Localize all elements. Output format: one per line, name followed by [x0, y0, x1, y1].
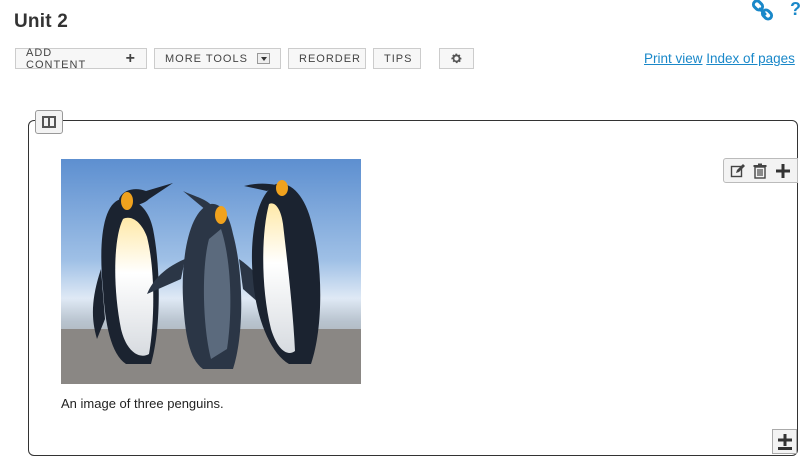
item-tools — [723, 158, 798, 183]
image-caption: An image of three penguins. — [61, 396, 224, 411]
layout-columns-icon — [42, 116, 56, 128]
trash-icon[interactable] — [751, 162, 769, 180]
add-plus-icon — [777, 433, 792, 450]
layout-toggle-button[interactable] — [35, 110, 63, 134]
print-view-link[interactable]: Print view — [644, 51, 703, 66]
reorder-button[interactable]: REORDER — [288, 48, 366, 69]
help-icon[interactable]: ? — [790, 0, 801, 20]
page-links: Print view Index of pages — [644, 51, 795, 66]
more-tools-label: MORE TOOLS — [165, 52, 248, 65]
settings-button[interactable] — [439, 48, 474, 69]
penguins-image — [61, 159, 361, 384]
more-tools-button[interactable]: MORE TOOLS — [154, 48, 281, 69]
add-content-button[interactable]: ADD CONTENT + — [15, 46, 147, 71]
reorder-label: REORDER — [299, 52, 362, 65]
page-title: Unit 2 — [14, 11, 68, 32]
plus-icon[interactable] — [774, 162, 792, 180]
tips-label: TIPS — [384, 52, 413, 65]
edit-icon[interactable] — [729, 162, 747, 180]
gear-icon — [451, 53, 462, 64]
index-of-pages-link[interactable]: Index of pages — [706, 51, 795, 66]
link-icon[interactable] — [751, 0, 775, 22]
plus-icon: + — [125, 49, 136, 67]
add-content-label: ADD CONTENT — [26, 46, 87, 71]
tips-button[interactable]: TIPS — [373, 48, 421, 69]
dropdown-arrow-icon — [256, 53, 270, 64]
add-item-button[interactable] — [772, 429, 797, 454]
